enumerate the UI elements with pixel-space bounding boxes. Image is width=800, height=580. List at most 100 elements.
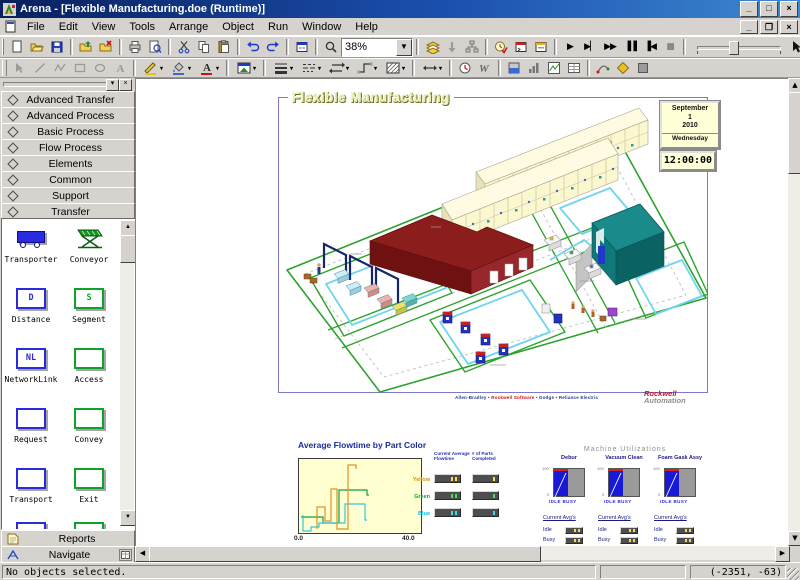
pause-button[interactable]: ▐▐ (620, 38, 640, 56)
panel-reports[interactable]: Reports (1, 530, 135, 547)
navigate-options-icon[interactable] (119, 549, 132, 561)
connect-tree-button[interactable] (462, 38, 482, 56)
cut-button[interactable] (174, 38, 194, 56)
menu-arrange[interactable]: Arrange (162, 20, 215, 34)
undo-button[interactable] (243, 38, 263, 56)
speed-slider[interactable] (693, 39, 785, 55)
ellipse-tool-button[interactable] (90, 59, 110, 77)
template-attach-button[interactable] (76, 38, 96, 56)
paste-button[interactable] (214, 38, 234, 56)
spacing-button[interactable]: ▾ (418, 59, 446, 77)
template-item-conveyor[interactable]: Conveyor (62, 223, 116, 264)
minimize-button[interactable]: _ (740, 1, 758, 17)
text-color-button[interactable]: A▾ (195, 59, 223, 77)
print-preview-button[interactable] (145, 38, 165, 56)
line-tool-button[interactable] (30, 59, 50, 77)
layers-button[interactable] (422, 38, 442, 56)
project-bar-close-icon[interactable]: × (119, 79, 132, 91)
maximize-button[interactable]: □ (760, 1, 778, 17)
scroll-left-icon[interactable]: ◀ (135, 546, 150, 562)
fill-pattern-button[interactable]: ▾ (381, 59, 409, 77)
copy-button[interactable] (194, 38, 214, 56)
animate-clock-button[interactable] (455, 59, 475, 77)
run-button[interactable]: ▶ (560, 38, 580, 56)
scroll-thumb[interactable] (120, 235, 136, 263)
scroll-thumb[interactable] (149, 546, 541, 562)
menu-object[interactable]: Object (215, 20, 261, 34)
panel-flow-process[interactable]: Flow Process (1, 139, 135, 156)
title-bar[interactable]: Arena - [Flexible Manufacturing.doe (Run… (0, 0, 800, 18)
menu-help[interactable]: Help (348, 20, 385, 34)
menu-edit[interactable]: Edit (52, 20, 85, 34)
context-help-button[interactable]: ? (789, 38, 800, 56)
template-detach-button[interactable] (96, 38, 116, 56)
child-minimize-button[interactable]: _ (740, 20, 758, 34)
horizontal-scrollbar[interactable]: ◀ ▶ (135, 546, 788, 560)
panel-basic-process[interactable]: Basic Process (1, 123, 135, 140)
animate-route-button[interactable] (593, 59, 613, 77)
break-window-button[interactable] (531, 38, 551, 56)
project-bar-expand-icon[interactable]: ▾ (106, 79, 119, 91)
template-item-segment[interactable]: S Segment (62, 283, 116, 324)
fill-color-button[interactable]: ▾ (167, 59, 195, 77)
child-close-button[interactable]: × (780, 20, 798, 34)
template-item-partial[interactable] (4, 517, 58, 530)
open-button[interactable] (27, 38, 47, 56)
fast-forward-button[interactable]: ▶▶ (600, 38, 620, 56)
menu-file[interactable]: File (20, 20, 52, 34)
window-background-button[interactable]: ▾ (232, 59, 260, 77)
animate-plot-button[interactable] (544, 59, 564, 77)
vertical-scrollbar[interactable]: ▲ ▼ (788, 78, 800, 546)
animate-storage-button[interactable] (633, 59, 653, 77)
expression-window-button[interactable] (292, 38, 312, 56)
command-window-button[interactable] (511, 38, 531, 56)
template-item-transport[interactable]: Transport (4, 463, 58, 504)
animate-resource-button[interactable] (613, 59, 633, 77)
template-scrollbar[interactable]: ▲ ▼ (120, 220, 134, 526)
menu-run[interactable]: Run (261, 20, 295, 34)
watch-button[interactable] (491, 38, 511, 56)
document-icon[interactable] (4, 20, 17, 33)
scroll-down-icon[interactable]: ▼ (120, 510, 136, 526)
toolbar-grip2[interactable] (2, 60, 7, 76)
menu-view[interactable]: View (85, 20, 123, 34)
child-restore-button[interactable]: ❐ (760, 20, 778, 34)
print-button[interactable] (125, 38, 145, 56)
save-button[interactable] (47, 38, 67, 56)
template-item-convey[interactable]: Convey (62, 403, 116, 444)
redo-button[interactable] (263, 38, 283, 56)
scroll-down-icon[interactable]: ▼ (788, 531, 800, 546)
zoom-button[interactable] (321, 38, 341, 56)
scroll-up-icon[interactable]: ▲ (120, 220, 136, 236)
menu-tools[interactable]: Tools (122, 20, 162, 34)
panel-common[interactable]: Common (1, 171, 135, 188)
animate-histogram-button[interactable] (524, 59, 544, 77)
rect-tool-button[interactable] (70, 59, 90, 77)
scroll-thumb[interactable] (788, 92, 800, 174)
template-item-partial[interactable] (62, 517, 116, 530)
line-width-button[interactable]: ▾ (269, 59, 297, 77)
resize-grip[interactable] (787, 568, 799, 580)
animate-variable-button[interactable]: W (475, 59, 495, 77)
polyline-tool-button[interactable] (50, 59, 70, 77)
template-item-access[interactable]: Access (62, 343, 116, 384)
template-item-transporter[interactable]: Transporter (4, 223, 58, 264)
arrow-style-button[interactable]: ▾ (325, 59, 353, 77)
line-color-button[interactable]: ▾ (139, 59, 167, 77)
template-item-exit[interactable]: Exit (62, 463, 116, 504)
line-style-button[interactable]: ▾ (297, 59, 325, 77)
animate-level-button[interactable] (504, 59, 524, 77)
template-item-networklink[interactable]: NL NetworkLink (4, 343, 58, 384)
zoom-combo-arrow-icon[interactable]: ▼ (396, 39, 412, 56)
stop-button[interactable]: ■ (660, 38, 680, 56)
zoom-combo[interactable]: 38% ▼ (341, 38, 413, 57)
panel-elements[interactable]: Elements (1, 155, 135, 172)
scroll-right-icon[interactable]: ▶ (775, 546, 790, 562)
panel-navigate[interactable]: Navigate (1, 546, 135, 563)
toolbar-grip[interactable] (2, 39, 4, 55)
select-tool-button[interactable] (10, 59, 30, 77)
speed-slider-thumb[interactable] (729, 41, 739, 55)
panel-advanced-process[interactable]: Advanced Process (1, 107, 135, 124)
scroll-up-icon[interactable]: ▲ (788, 78, 800, 93)
connector-style-button[interactable]: ▾ (353, 59, 381, 77)
